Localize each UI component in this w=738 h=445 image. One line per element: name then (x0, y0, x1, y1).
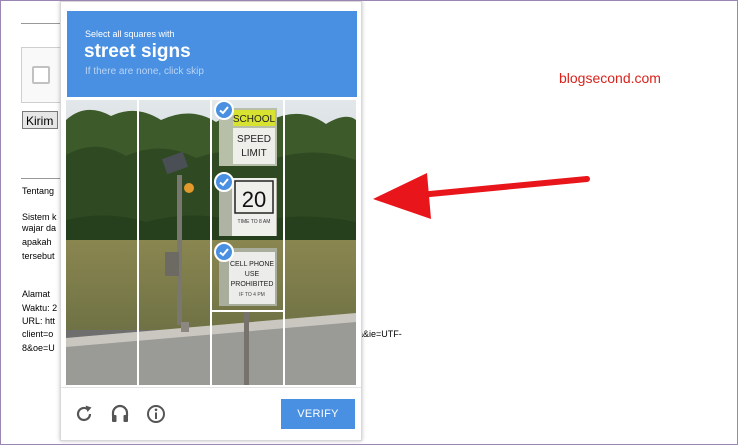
sign-text: PROHIBITED (231, 281, 274, 288)
grid-line (283, 100, 285, 385)
image-tile[interactable] (212, 312, 283, 385)
recaptcha-checkbox[interactable] (32, 66, 50, 84)
headphones-icon[interactable] (109, 403, 131, 425)
captcha-hint: If there are none, click skip (85, 66, 204, 77)
page-text-line: Sistem k (22, 212, 57, 222)
captcha-target: street signs (84, 41, 191, 62)
verify-button[interactable]: VERIFY (281, 399, 355, 429)
page-text-line: 8&oe=U (22, 343, 55, 353)
captcha-header: Select all squares with street signs If … (67, 11, 357, 97)
sign-text: USE (245, 271, 260, 278)
page-text-line: Waktu: 2 (22, 303, 58, 313)
sign-text: SPEED (237, 134, 271, 145)
page-text-line: wajar da (22, 223, 57, 233)
page-text-line: client=o (22, 329, 54, 339)
divider (21, 178, 61, 179)
page-text-line: apakah (22, 237, 52, 247)
sign-text: TIME TO 8 AM (238, 219, 271, 225)
arrow-icon (373, 173, 590, 219)
reload-icon[interactable] (73, 403, 95, 425)
grid-line (210, 100, 212, 385)
captcha-instruction: Select all squares with (85, 29, 175, 39)
captcha-footer: VERIFY (61, 387, 361, 441)
sign-text: 20 (242, 187, 266, 212)
sign-text: LIMIT (241, 148, 267, 159)
checkmark-icon (214, 100, 234, 120)
page-text-line: a&ie=UTF- (358, 329, 402, 339)
info-icon[interactable] (145, 403, 167, 425)
captcha-challenge: Select all squares with street signs If … (60, 1, 362, 441)
divider (21, 23, 61, 24)
sign-text: CELL PHONE (230, 261, 274, 268)
image-tile[interactable] (139, 100, 210, 385)
page-text-line: Alamat (22, 289, 51, 299)
sign-text: IF TO 4 PM (239, 292, 265, 298)
page-text-line: URL: htt (22, 316, 56, 326)
watermark: blogsecond.com (559, 70, 661, 86)
checkmark-icon (214, 172, 234, 192)
submit-button[interactable]: Kirim (22, 111, 58, 129)
page-text-line: Tentang (22, 186, 55, 196)
image-grid: SCHOOL SPEED LIMIT 20 TIME TO 8 AM CELL … (66, 100, 356, 385)
page-text-line: tersebut (22, 251, 55, 261)
screenshot-frame: Kirim Tentang Sistem k wajar da apakah t… (0, 0, 738, 445)
image-tile[interactable] (66, 100, 137, 385)
checkmark-icon (214, 242, 234, 262)
sign-text: SCHOOL (233, 114, 276, 125)
grid-line (137, 100, 139, 385)
grid-line (212, 310, 283, 312)
image-tile[interactable] (285, 100, 356, 385)
